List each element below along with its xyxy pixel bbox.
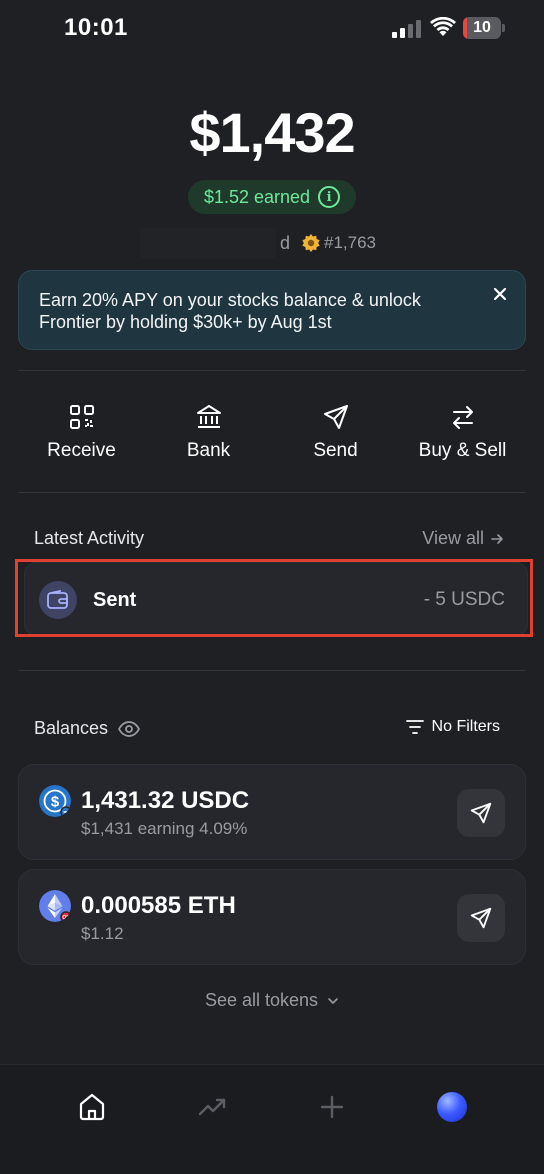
info-icon: i bbox=[318, 186, 341, 208]
avatar bbox=[437, 1092, 467, 1122]
activity-item[interactable]: Sent - 5 USDC bbox=[24, 562, 528, 636]
bottom-nav bbox=[0, 1064, 544, 1174]
username: d bbox=[280, 232, 291, 253]
activity-amount: - 5 USDC bbox=[423, 589, 505, 610]
action-bar: Receive Bank Send Buy & Sell bbox=[18, 372, 526, 492]
balances-header: Balances bbox=[34, 718, 141, 739]
send-button[interactable]: Send bbox=[272, 372, 399, 492]
send-icon bbox=[470, 802, 492, 824]
token-value: $1.12 bbox=[81, 924, 124, 943]
filters-button[interactable]: No Filters bbox=[405, 718, 500, 736]
send-label: Send bbox=[313, 440, 358, 461]
battery-indicator: 10 bbox=[463, 17, 505, 39]
divider bbox=[18, 670, 526, 671]
svg-text:$: $ bbox=[51, 794, 60, 811]
token-amount: 0.000585 ETH bbox=[81, 892, 236, 919]
buy-sell-label: Buy & Sell bbox=[418, 440, 507, 461]
signal-icon bbox=[392, 20, 421, 38]
send-token-button[interactable] bbox=[457, 789, 505, 837]
send-icon bbox=[323, 405, 348, 429]
view-all-link[interactable]: View all bbox=[422, 528, 504, 549]
trending-icon bbox=[198, 1098, 226, 1116]
user-row[interactable]: d #1,763 bbox=[140, 228, 376, 258]
nav-add[interactable] bbox=[312, 1087, 352, 1127]
wifi-icon bbox=[430, 17, 456, 36]
eye-icon[interactable] bbox=[118, 720, 141, 737]
receive-label: Receive bbox=[47, 440, 116, 461]
divider bbox=[18, 492, 526, 493]
promo-banner[interactable]: Earn 20% APY on your stocks balance & un… bbox=[18, 270, 526, 350]
eth-icon: OP bbox=[39, 890, 71, 922]
token-value: $1,431 earning 4.09% bbox=[81, 819, 248, 838]
nav-trending[interactable] bbox=[192, 1087, 232, 1127]
rank-badge-icon bbox=[302, 234, 320, 252]
qr-code-icon bbox=[69, 405, 94, 429]
battery-level: 10 bbox=[473, 19, 491, 36]
token-amount: 1,431.32 USDC bbox=[81, 787, 250, 814]
balances-title: Balances bbox=[34, 718, 109, 738]
username-redacted bbox=[140, 228, 276, 258]
plus-icon bbox=[320, 1095, 344, 1119]
receive-button[interactable]: Receive bbox=[18, 372, 145, 492]
chevron-down-icon bbox=[328, 998, 338, 1004]
token-card-usdc[interactable]: $ 1,431.32 USDC $1,431 earning 4.09% bbox=[18, 764, 526, 860]
bank-icon bbox=[196, 405, 221, 428]
filter-icon bbox=[405, 720, 424, 734]
bank-label: Bank bbox=[186, 440, 231, 461]
see-all-tokens-link[interactable]: See all tokens bbox=[0, 990, 544, 1011]
send-icon bbox=[470, 907, 492, 929]
divider bbox=[18, 370, 526, 371]
close-icon[interactable] bbox=[489, 283, 511, 305]
home-icon bbox=[79, 1093, 105, 1121]
arrow-right-icon bbox=[491, 533, 503, 544]
filters-label: No Filters bbox=[431, 718, 500, 735]
latest-activity-title: Latest Activity bbox=[34, 528, 145, 548]
promo-text: Earn 20% APY on your stocks balance & un… bbox=[39, 290, 421, 332]
status-bar: 10:01 10 bbox=[0, 0, 544, 56]
swap-arrows-icon bbox=[452, 406, 473, 429]
earned-badge[interactable]: $1.52 earned i bbox=[188, 180, 356, 214]
buy-sell-button[interactable]: Buy & Sell bbox=[399, 372, 526, 492]
usdc-icon: $ bbox=[39, 785, 71, 817]
token-card-eth[interactable]: OP 0.000585 ETH $1.12 bbox=[18, 869, 526, 965]
total-balance: $1,432 bbox=[189, 101, 355, 164]
wallet-icon bbox=[39, 581, 77, 619]
bank-button[interactable]: Bank bbox=[145, 372, 272, 492]
leaderboard-rank: #1,763 bbox=[324, 233, 377, 252]
svg-text:OP: OP bbox=[62, 915, 70, 921]
activity-type: Sent bbox=[93, 589, 137, 611]
status-time: 10:01 bbox=[64, 14, 128, 41]
send-token-button[interactable] bbox=[457, 894, 505, 942]
earned-amount: $1.52 earned bbox=[203, 186, 311, 207]
see-all-label: See all tokens bbox=[204, 990, 319, 1010]
nav-profile[interactable] bbox=[432, 1087, 472, 1127]
nav-home[interactable] bbox=[72, 1087, 112, 1127]
view-all-label: View all bbox=[422, 528, 484, 548]
